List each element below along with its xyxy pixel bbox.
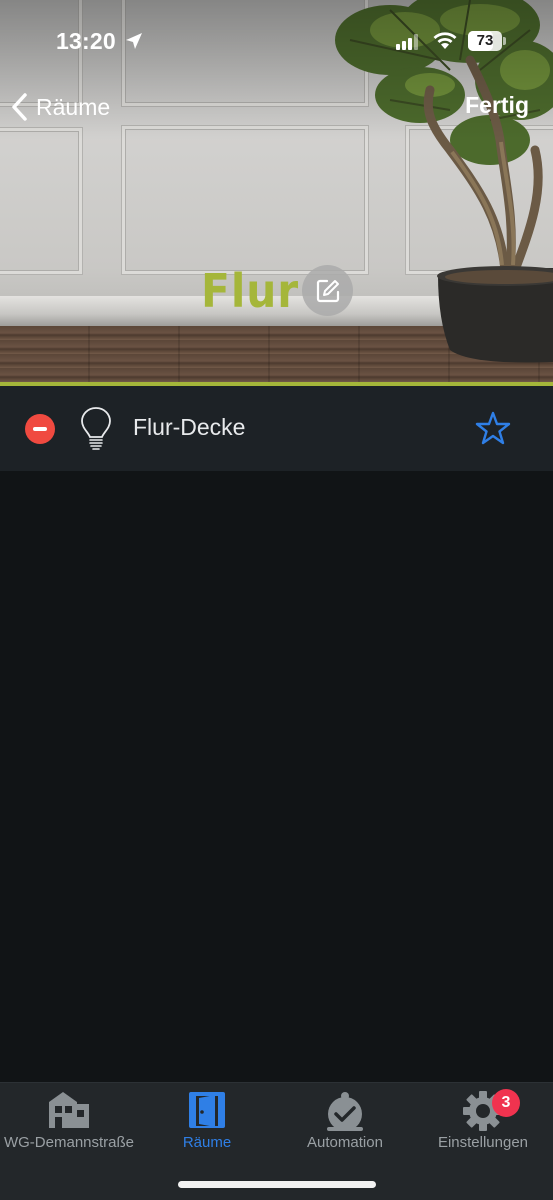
alarm-clock-icon (327, 1092, 363, 1131)
room-header-image (0, 0, 553, 383)
chevron-left-icon (12, 93, 27, 121)
tab-label: Automation (307, 1134, 383, 1151)
edit-room-button[interactable] (302, 265, 353, 316)
star-icon[interactable] (474, 410, 512, 448)
lightbulb-icon (81, 407, 111, 450)
tab-label: WG-Demannstraße (3, 1134, 135, 1151)
cellular-signal-icon (396, 34, 418, 50)
status-time: 13:20 (56, 28, 116, 54)
tab-label: Räume (182, 1134, 232, 1151)
notification-badge: 3 (492, 1089, 520, 1117)
location-arrow-icon (126, 33, 142, 49)
back-button-label: Räume (36, 93, 111, 120)
home-icon (49, 1092, 89, 1128)
back-button[interactable]: Räume (10, 90, 110, 124)
device-name: Flur-Decke (133, 414, 246, 440)
edit-pencil-icon (316, 279, 339, 302)
tab-rooms[interactable]: Räume (138, 1083, 276, 1163)
battery-cap (503, 37, 506, 45)
tab-settings[interactable]: 3 Einstellungen (414, 1083, 552, 1163)
remove-device-button[interactable] (25, 414, 55, 444)
tab-label: Einstellungen (437, 1134, 529, 1151)
device-row[interactable]: Flur-Decke (0, 386, 553, 471)
wall-panel (0, 128, 82, 274)
door-icon (189, 1092, 225, 1128)
done-button[interactable]: Fertig (465, 92, 529, 119)
battery-percent: 73 (476, 32, 494, 49)
wifi-icon (433, 32, 457, 49)
room-title: Flur (201, 264, 300, 318)
battery-indicator: 73 (468, 31, 506, 51)
tab-home[interactable]: WG-Demannstraße (0, 1083, 138, 1163)
home-indicator[interactable] (178, 1181, 376, 1188)
tab-automation[interactable]: Automation (276, 1083, 414, 1163)
